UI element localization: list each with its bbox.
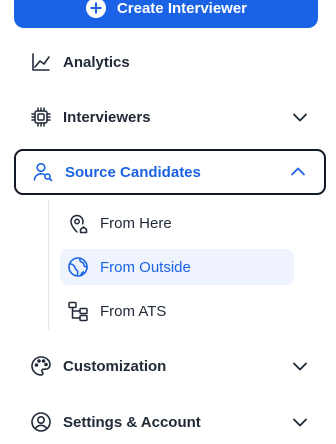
nav-item-analytics[interactable]: Analytics xyxy=(14,40,326,84)
user-circle-icon xyxy=(30,411,52,433)
nav-label-settings-account: Settings & Account xyxy=(63,413,201,431)
create-interviewer-button[interactable]: Create Interviewer xyxy=(14,0,318,28)
subnav-label-from-here: From Here xyxy=(100,214,172,232)
chevron-down-icon[interactable] xyxy=(290,356,310,376)
chevron-up-icon[interactable] xyxy=(288,162,308,182)
create-interviewer-label: Create Interviewer xyxy=(116,0,248,17)
nav-label-source-candidates: Source Candidates xyxy=(65,163,201,181)
nav-label-interviewers: Interviewers xyxy=(63,108,151,126)
subnav-item-from-here[interactable]: From Here xyxy=(60,205,294,241)
chip-icon xyxy=(30,106,52,128)
line-chart-icon xyxy=(30,51,52,73)
nav-item-source-candidates[interactable]: Source Candidates xyxy=(14,149,326,195)
nav-item-interviewers[interactable]: Interviewers xyxy=(14,95,326,139)
map-pin-home-icon xyxy=(67,212,89,234)
plus-circle-icon xyxy=(85,0,107,19)
nav-label-analytics: Analytics xyxy=(63,53,130,71)
subnav-label-from-ats: From ATS xyxy=(100,302,167,320)
subnav-item-from-outside[interactable]: From Outside xyxy=(60,249,294,285)
chevron-down-icon[interactable] xyxy=(290,412,310,432)
subnav-label-from-outside: From Outside xyxy=(100,258,191,276)
palette-icon xyxy=(30,355,52,377)
subnav-divider xyxy=(48,200,49,330)
subnav-item-from-ats[interactable]: From ATS xyxy=(60,293,294,329)
nav-label-customization: Customization xyxy=(63,357,167,375)
hierarchy-icon xyxy=(67,300,89,322)
nav-item-customization[interactable]: Customization xyxy=(14,344,326,388)
user-search-icon xyxy=(32,161,54,183)
nav-item-settings-account[interactable]: Settings & Account xyxy=(14,400,326,444)
chevron-down-icon[interactable] xyxy=(290,107,310,127)
globe-icon xyxy=(67,256,89,278)
